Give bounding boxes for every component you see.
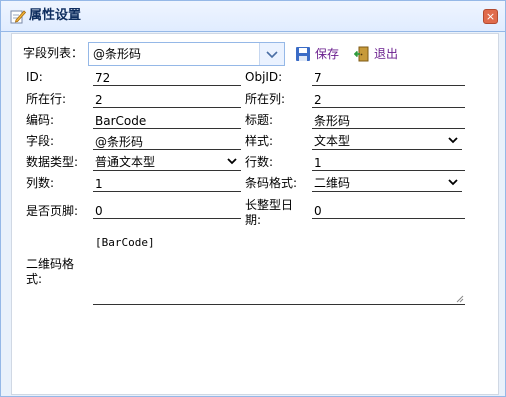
field-field[interactable]: @条形码 — [93, 134, 241, 150]
footer-field[interactable]: 0 — [93, 203, 241, 219]
row-label: 所在行: — [26, 92, 67, 106]
style-select[interactable]: 文本型 — [312, 133, 462, 150]
objid-field[interactable]: 7 — [312, 70, 465, 86]
exit-button[interactable]: 退出 — [354, 44, 404, 64]
exit-label: 退出 — [374, 47, 399, 61]
save-button[interactable]: 保存 — [295, 44, 345, 64]
field-list-label: 字段列表： — [23, 46, 84, 60]
chevron-down-icon — [448, 137, 458, 144]
exit-door-icon — [354, 46, 369, 62]
field-list-combobox[interactable]: @条形码 — [88, 42, 285, 66]
dialog-title: 属性设置 — [29, 8, 82, 23]
id-field[interactable]: 72 — [93, 70, 241, 86]
save-label: 保存 — [315, 47, 340, 61]
code-label: 编码: — [26, 113, 55, 127]
long-date-field[interactable]: 0 — [312, 203, 465, 219]
code-field[interactable]: BarCode — [93, 113, 241, 129]
resize-grip-icon[interactable] — [456, 295, 464, 303]
datatype-select-value: 普通文本型 — [95, 155, 156, 169]
floppy-disk-icon — [296, 47, 310, 61]
edit-icon — [10, 10, 26, 24]
field-label: 字段: — [26, 134, 55, 148]
dialog-titlebar[interactable]: 属性设置 × — [1, 1, 505, 32]
column-field[interactable]: 2 — [312, 92, 465, 108]
long-date-label: 长整型日期: — [245, 198, 294, 227]
objid-label: ObjID: — [245, 70, 283, 84]
caption-field[interactable]: 条形码 — [312, 113, 465, 129]
qr-format-label: 二维码格式: — [26, 257, 75, 286]
qr-format-textarea[interactable]: [BarCode] — [93, 232, 465, 305]
chevron-down-icon — [227, 158, 237, 165]
cols-label: 列数: — [26, 176, 55, 190]
footer-label: 是否页脚: — [26, 204, 79, 218]
rows-field[interactable]: 1 — [312, 155, 465, 171]
combobox-arrow[interactable] — [259, 43, 284, 65]
row-field[interactable]: 2 — [93, 92, 241, 108]
cols-field[interactable]: 1 — [93, 176, 241, 192]
qr-format-value: [BarCode] — [95, 236, 155, 249]
datatype-select[interactable]: 普通文本型 — [93, 154, 241, 171]
rows-label: 行数: — [245, 155, 274, 169]
style-label: 样式: — [245, 134, 274, 148]
barcode-format-select[interactable]: 二维码 — [312, 175, 462, 192]
style-select-value: 文本型 — [314, 134, 351, 148]
datatype-label: 数据类型: — [26, 155, 79, 169]
chevron-down-icon — [448, 179, 458, 186]
barcode-format-label: 条码格式: — [245, 176, 298, 190]
barcode-format-select-value: 二维码 — [314, 176, 351, 190]
column-label: 所在列: — [245, 92, 286, 106]
chevron-down-icon — [266, 51, 278, 59]
caption-label: 标题: — [245, 113, 274, 127]
close-button[interactable]: × — [483, 9, 498, 24]
field-list-value: @条形码 — [93, 47, 142, 61]
id-label: ID: — [26, 70, 43, 84]
